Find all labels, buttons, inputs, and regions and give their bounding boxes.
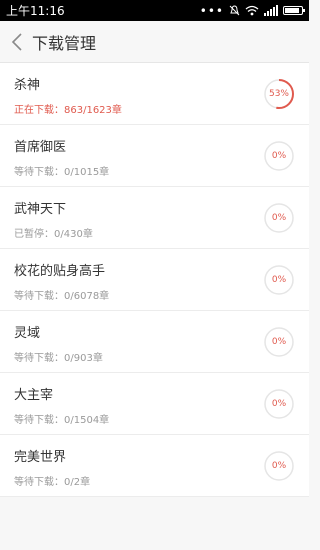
download-status: 等待下载：0/1015章 <box>14 167 110 178</box>
page-title: 下载管理 <box>32 33 97 53</box>
battery-icon <box>283 6 305 15</box>
book-title: 大主宰 <box>14 388 54 403</box>
progress-percent: 0% <box>271 151 287 161</box>
download-status: 等待下载：0/2章 <box>14 477 91 488</box>
download-item[interactable]: 灵域 等待下载：0/903章 0% <box>0 311 309 373</box>
book-title: 武神天下 <box>14 202 67 217</box>
book-title: 首席御医 <box>14 140 67 155</box>
progress-ring[interactable]: 0% <box>263 264 295 296</box>
download-status: 等待下载：0/1504章 <box>14 415 110 426</box>
dots-icon: ••• <box>199 3 224 18</box>
progress-ring[interactable]: 0% <box>263 202 295 234</box>
progress-percent: 0% <box>271 399 287 409</box>
header-bar: 下载管理 <box>0 21 309 63</box>
progress-percent: 0% <box>271 461 287 471</box>
status-icons: ••• <box>199 3 305 18</box>
progress-percent: 0% <box>271 337 287 347</box>
download-item[interactable]: 首席御医 等待下载：0/1015章 0% <box>0 125 309 187</box>
progress-percent: 0% <box>271 275 287 285</box>
back-button[interactable] <box>6 21 28 63</box>
download-status: 已暂停：0/430章 <box>14 229 93 240</box>
download-item[interactable]: 校花的贴身高手 等待下载：0/6078章 0% <box>0 249 309 311</box>
download-status: 等待下载：0/903章 <box>14 353 103 364</box>
progress-ring[interactable]: 0% <box>263 326 295 358</box>
book-title: 校花的贴身高手 <box>14 264 106 279</box>
progress-ring[interactable]: 0% <box>263 140 295 172</box>
progress-ring[interactable]: 0% <box>263 388 295 420</box>
download-item[interactable]: 完美世界 等待下载：0/2章 0% <box>0 435 309 497</box>
download-item[interactable]: 武神天下 已暂停：0/430章 0% <box>0 187 309 249</box>
download-status: 等待下载：0/6078章 <box>14 291 110 302</box>
progress-ring[interactable]: 53% <box>263 78 295 110</box>
status-bar: 上午11:16 ••• <box>0 0 309 21</box>
book-title: 灵域 <box>14 326 41 341</box>
signal-icon <box>264 5 278 16</box>
status-time: 上午11:16 <box>6 4 65 18</box>
book-title: 杀神 <box>14 78 41 93</box>
download-status: 正在下载：863/1623章 <box>14 105 122 116</box>
download-list: 杀神 正在下载：863/1623章 53% 首席御医 等待下载：0/1015章 … <box>0 63 309 497</box>
download-item[interactable]: 大主宰 等待下载：0/1504章 0% <box>0 373 309 435</box>
progress-percent: 0% <box>271 213 287 223</box>
progress-ring[interactable]: 0% <box>263 450 295 482</box>
book-title: 完美世界 <box>14 450 67 465</box>
progress-percent: 53% <box>268 89 289 99</box>
mute-icon <box>229 5 240 16</box>
download-item[interactable]: 杀神 正在下载：863/1623章 53% <box>0 63 309 125</box>
wifi-icon <box>245 5 259 16</box>
chevron-left-icon <box>11 32 22 51</box>
